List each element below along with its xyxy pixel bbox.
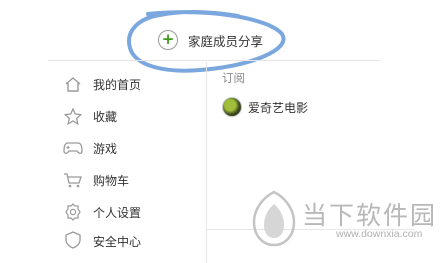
sidebar-item-label: 收藏 [93,109,118,124]
channel-avatar [222,97,242,117]
sidebar-item-label: 个人设置 [93,205,142,220]
sidebar-item-cart[interactable]: 购物车 [55,164,205,196]
sidebar-divider [206,62,207,263]
plus-icon: + [158,30,178,50]
subscription-label: 爱奇艺电影 [248,100,309,115]
family-share-button[interactable]: + 家庭成员分享 [158,30,263,50]
gamepad-icon [61,138,85,158]
site-watermark: 当下软件园 www.downxia.com [250,190,440,263]
family-share-label: 家庭成员分享 [188,33,264,49]
shield-icon [61,230,85,250]
sidebar-item-label: 购物车 [93,173,130,188]
sidebar-item-label: 游戏 [93,141,118,156]
gear-icon [61,202,85,222]
sidebar-item-label: 我的首页 [93,77,142,92]
top-bar: + 家庭成员分享 [0,0,440,60]
cart-icon [61,170,85,190]
header-divider [48,60,380,61]
home-icon [61,74,85,94]
watermark-logo-icon [252,190,296,247]
watermark-url: www.downxia.com [336,228,423,240]
subscriptions-title: 订阅 [222,71,245,85]
sidebar-item-label: 安全中心 [93,235,142,249]
subscription-item[interactable]: 爱奇艺电影 [222,97,308,117]
watermark-title: 当下软件园 [302,201,438,230]
sidebar-item-settings[interactable]: 个人设置 [55,196,205,228]
subscriptions-panel: 订阅 爱奇艺电影 [222,70,308,117]
sidebar-item-favorites[interactable]: 收藏 [55,100,205,132]
sidebar-item-security[interactable]: 安全中心 [55,228,205,250]
sidebar-item-home[interactable]: 我的首页 [55,68,205,100]
sidebar-item-games[interactable]: 游戏 [55,132,205,164]
sidebar: 我的首页 收藏 游戏 购物车 个人设置 安全中心 [55,68,205,250]
star-icon [61,106,85,126]
